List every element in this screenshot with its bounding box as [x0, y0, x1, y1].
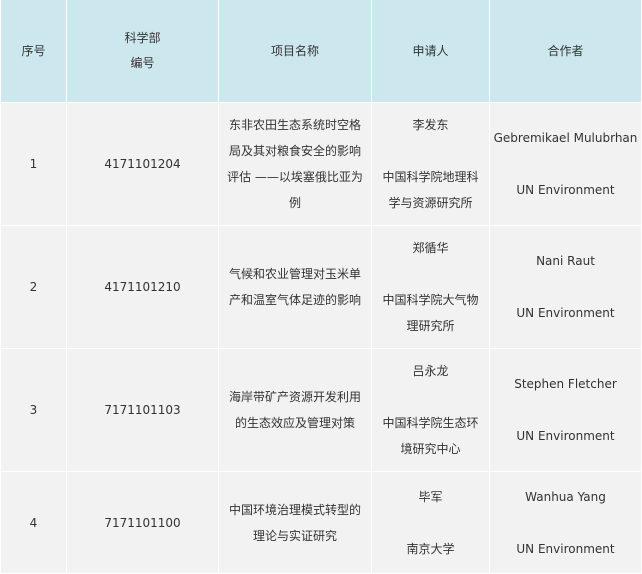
partner-organization: UN Environment — [516, 541, 615, 556]
cell-title: 中国环境治理模式转型的理论与实证研究 — [219, 472, 372, 574]
applicant-name: 李发东 — [412, 118, 449, 133]
cell-title: 东非农田生态系统时空格局及其对粮食安全的影响评估 ——以埃塞俄比亚为例 — [219, 103, 372, 227]
cell-applicant: 李发东 中国科学院地理科学与资源研究所 — [372, 103, 490, 227]
project-title: 海岸带矿产资源开发利用的生态效应及管理对策 — [228, 390, 361, 431]
cell-code: 7171101100 — [67, 472, 219, 574]
cell-code: 4171101204 — [67, 103, 219, 227]
header-most-code-line2: 编号 — [130, 56, 155, 70]
project-title: 中国环境治理模式转型的理论与实证研究 — [228, 502, 361, 543]
header-seq: 序号 — [0, 0, 67, 103]
partner-organization: UN Environment — [516, 306, 615, 321]
table-row: 3 7171101103 海岸带矿产资源开发利用的生态效应及管理对策 吕永龙 中… — [0, 349, 642, 473]
cell-partner: Wanhua Yang UN Environment — [490, 472, 642, 574]
partner-name: Stephen Fletcher — [514, 377, 617, 392]
applicant-name: 吕永龙 — [412, 364, 449, 379]
header-row: 序号 科学部 编号 项目名称 申请人 合作者 — [0, 0, 642, 103]
header-most-code: 科学部 编号 — [67, 0, 219, 103]
table-row: 2 4171101210 气候和农业管理对玉米单产和温室气体足迹的影响 郑循华 … — [0, 226, 642, 350]
applicant-institution: 南京大学 — [406, 541, 455, 556]
cell-applicant: 郑循华 中国科学院大气物理研究所 — [372, 226, 490, 350]
partner-organization: UN Environment — [516, 183, 615, 198]
partner-name: Wanhua Yang — [525, 489, 606, 504]
cell-applicant: 毕军 南京大学 — [372, 472, 490, 574]
table-row: 1 4171101204 东非农田生态系统时空格局及其对粮食安全的影响评估 ——… — [0, 103, 642, 227]
applicant-institution: 中国科学院地理科学与资源研究所 — [382, 170, 479, 211]
project-title: 气候和农业管理对玉米单产和温室气体足迹的影响 — [228, 267, 361, 308]
header-applicant: 申请人 — [372, 0, 490, 103]
header-project: 项目名称 — [219, 0, 372, 103]
cell-title: 气候和农业管理对玉米单产和温室气体足迹的影响 — [219, 226, 372, 350]
cell-partner: Stephen Fletcher UN Environment — [490, 349, 642, 473]
cell-seq: 3 — [0, 349, 67, 473]
cell-title: 海岸带矿产资源开发利用的生态效应及管理对策 — [219, 349, 372, 473]
header-partner: 合作者 — [490, 0, 642, 103]
cell-partner: Nani Raut UN Environment — [490, 226, 642, 350]
applicant-institution: 中国科学院大气物理研究所 — [382, 293, 479, 334]
partner-name: Nani Raut — [536, 254, 595, 269]
applicant-name: 毕军 — [418, 489, 443, 504]
table-row: 4 7171101100 中国环境治理模式转型的理论与实证研究 毕军 南京大学 … — [0, 472, 642, 574]
partner-name: Gebremikael Mulubrhan — [493, 131, 638, 146]
header-most-code-line1: 科学部 — [124, 31, 161, 45]
cell-seq: 1 — [0, 103, 67, 227]
cell-code: 7171101103 — [67, 349, 219, 473]
cell-seq: 4 — [0, 472, 67, 574]
cell-seq: 2 — [0, 226, 67, 350]
cell-applicant: 吕永龙 中国科学院生态环境研究中心 — [372, 349, 490, 473]
applicant-institution: 中国科学院生态环境研究中心 — [382, 416, 479, 457]
project-title: 东非农田生态系统时空格局及其对粮食安全的影响评估 ——以埃塞俄比亚为例 — [227, 118, 363, 211]
cell-partner: Gebremikael Mulubrhan UN Environment — [490, 103, 642, 227]
projects-table: 序号 科学部 编号 项目名称 申请人 合作者 1 4171101204 东非农田… — [0, 0, 642, 574]
cell-code: 4171101210 — [67, 226, 219, 350]
partner-organization: UN Environment — [516, 429, 615, 444]
applicant-name: 郑循华 — [412, 241, 449, 256]
